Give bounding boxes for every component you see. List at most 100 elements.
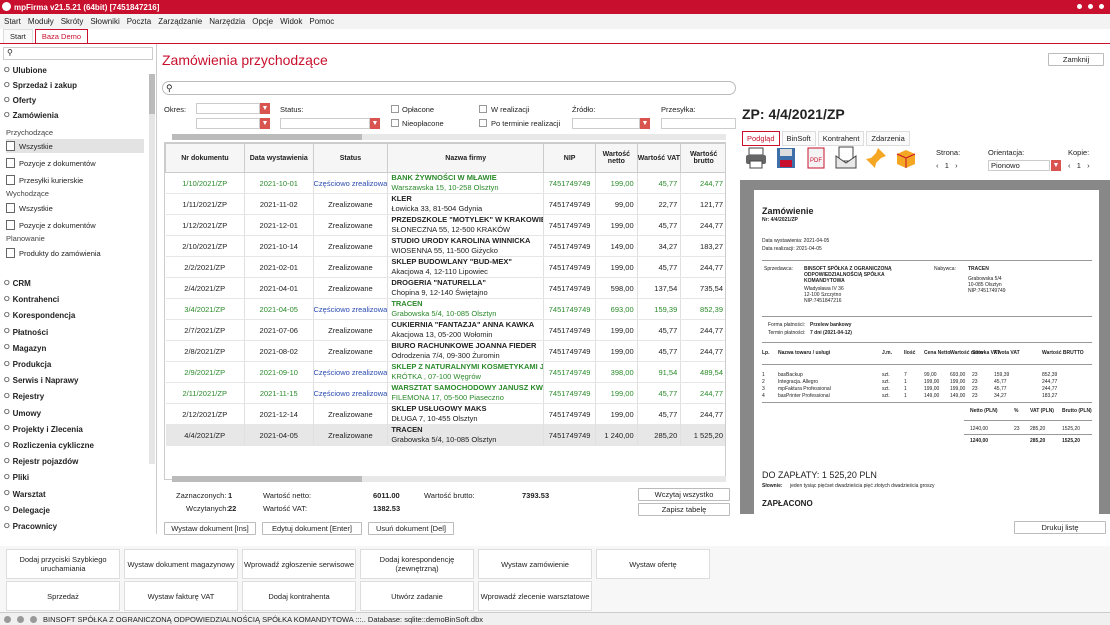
table-row[interactable]: 2/8/2021/ZP 2021-08-02 Zrealizowane BIURO R… <box>165 340 725 362</box>
maximize-icon[interactable] <box>1088 4 1093 9</box>
orientacja-select[interactable]: Pionowo <box>988 160 1050 171</box>
column-header[interactable]: Status <box>312 143 389 173</box>
sidebar-scrollbar[interactable] <box>149 74 155 464</box>
sidebar-group[interactable]: ⭘ Magazyn <box>4 344 46 353</box>
print-icon[interactable] <box>744 146 768 170</box>
main-search-input[interactable]: ⚲ <box>162 81 736 95</box>
column-header[interactable]: Wartość netto <box>595 143 638 173</box>
sidebar-group[interactable]: ⭘ Produkcja <box>4 360 51 369</box>
save-icon[interactable] <box>774 146 798 170</box>
pdf-icon[interactable]: PDF <box>804 146 828 170</box>
status-dropdown[interactable]: ▼ <box>370 118 380 129</box>
wczytaj-wszystko-button[interactable]: Wczytaj wszystko <box>638 488 730 501</box>
sidebar-item[interactable]: Przesyłki kurierskie <box>6 173 144 187</box>
menu-item[interactable]: Zarządzanie <box>158 17 202 26</box>
document-preview[interactable]: Zamówienie Nr: 4/4/2021/ZP Data wystawieni… <box>740 180 1110 514</box>
table-row[interactable]: 2/11/2021/ZP 2021-11-15 Częściowo zrealizo… <box>165 382 725 404</box>
sidebar-group[interactable]: ⭘ Korespondencja <box>4 311 75 320</box>
sidebar-group[interactable]: ⭘ Rejestr pojazdów <box>4 457 78 466</box>
table-top-scrollbar[interactable] <box>172 134 726 140</box>
table-row[interactable]: 2/9/2021/ZP 2021-09-10 Częściowo zrealizow… <box>165 361 725 383</box>
strona-stepper[interactable]: ‹ 1 › <box>936 161 958 170</box>
menu-item[interactable]: Poczta <box>127 17 151 26</box>
sidebar-group[interactable]: ⭘ Pracownicy <box>4 522 57 531</box>
drukuj-liste-button[interactable]: Drukuj listę <box>1014 521 1106 534</box>
zrodlo-field[interactable] <box>572 118 640 129</box>
kopie-stepper[interactable]: ‹ 1 › <box>1068 161 1090 170</box>
window-controls[interactable] <box>1077 4 1104 9</box>
sidebar-group[interactable]: ⭘ Kontrahenci <box>4 295 59 304</box>
menu-item[interactable]: Widok <box>280 17 302 26</box>
table-row[interactable]: 2/7/2021/ZP 2021-07-06 Zrealizowane CUKIERN… <box>165 319 725 341</box>
table-row[interactable]: 2/4/2021/ZP 2021-04-01 Zrealizowane DROGERI… <box>165 277 725 299</box>
sidebar-item[interactable]: Produkty do zamówienia <box>6 246 144 260</box>
quick-action-button[interactable]: Dodaj przyciski Szybkiego uruchamiania <box>6 549 120 579</box>
oplacone-checkbox[interactable] <box>391 105 399 113</box>
menu-item[interactable]: Start <box>4 17 21 26</box>
sidebar-item[interactable]: Pozycje z dokumentów <box>6 156 144 170</box>
menu-item[interactable]: Moduły <box>28 17 54 26</box>
sidebar-group[interactable]: ⭘ Warsztat <box>4 490 46 499</box>
package-icon[interactable] <box>894 146 918 170</box>
sidebar-group[interactable]: ⭘ Projekty i Zlecenia <box>4 425 83 434</box>
sidebar-group[interactable]: ⭘ Serwis i Naprawy <box>4 376 78 385</box>
quick-action-button[interactable]: Wystaw dokument magazynowy <box>124 549 238 579</box>
close-icon[interactable] <box>1099 4 1104 9</box>
menu-item[interactable]: Narzędzia <box>209 17 245 26</box>
quick-action-button[interactable]: Wystaw ofertę <box>596 549 710 579</box>
tab-start[interactable]: Start <box>3 29 33 43</box>
wystaw-dokument-button[interactable]: Wystaw dokument [Ins] <box>164 522 256 535</box>
w-realizacji-checkbox[interactable] <box>479 105 487 113</box>
sidebar-group[interactable]: ⭘ Płatności <box>4 328 48 337</box>
quick-action-button[interactable]: Utwórz zadanie <box>360 581 474 611</box>
column-header[interactable]: Data wystawienia <box>243 143 314 173</box>
table-row[interactable]: 2/10/2021/ZP 2021-10-14 Zrealizowane STUDIO… <box>165 235 725 257</box>
sidebar-item[interactable]: Pozycje z dokumentów <box>6 218 144 232</box>
okres-from-field[interactable] <box>196 103 260 114</box>
zrodlo-dropdown[interactable]: ▼ <box>640 118 650 129</box>
sidebar-item[interactable]: Wszystkie <box>6 201 144 215</box>
sidebar-group[interactable]: ⭘ Rejestry <box>4 392 44 401</box>
pin-icon[interactable] <box>864 146 888 170</box>
table-row[interactable]: 1/11/2021/ZP 2021-11-02 Zrealizowane KLER Ło… <box>165 193 725 215</box>
sidebar-group[interactable]: ⭘ Umowy <box>4 409 41 418</box>
okres-to-field[interactable] <box>196 118 260 129</box>
column-header[interactable]: Nazwa firmy <box>387 143 545 173</box>
sidebar-group[interactable]: ⭘ Delegacje <box>4 506 50 515</box>
email-icon[interactable] <box>834 146 858 170</box>
tab-zdarzenia[interactable]: Zdarzenia <box>866 131 910 146</box>
tab-baza-demo[interactable]: Baza Demo <box>34 29 89 43</box>
table-bottom-scrollbar[interactable] <box>172 476 726 482</box>
quick-action-button[interactable]: Wystaw zamówienie <box>478 549 592 579</box>
status-field[interactable] <box>280 118 370 129</box>
zapisz-tabele-button[interactable]: Zapisz tabelę <box>638 503 730 516</box>
usun-dokument-button[interactable]: Usuń dokument [Del] <box>368 522 454 535</box>
menu-item[interactable]: Pomoc <box>309 17 334 26</box>
table-row[interactable]: 2/2/2021/ZP 2021-02-01 Zrealizowane SKLEP B… <box>165 256 725 278</box>
edytuj-dokument-button[interactable]: Edytuj dokument [Enter] <box>262 522 362 535</box>
quick-action-button[interactable]: Dodaj kontrahenta <box>242 581 356 611</box>
minimize-icon[interactable] <box>1077 4 1082 9</box>
quick-action-button[interactable]: Wystaw fakturę VAT <box>124 581 238 611</box>
table-row[interactable]: 3/4/2021/ZP 2021-04-05 Częściowo zrealizow… <box>165 298 725 320</box>
okres-to-dropdown[interactable]: ▼ <box>260 118 270 129</box>
quick-action-button[interactable]: Sprzedaż <box>6 581 120 611</box>
menu-item[interactable]: Opcje <box>252 17 273 26</box>
sidebar-search-input[interactable]: ⚲ <box>3 47 153 60</box>
table-row[interactable]: 4/4/2021/ZP 2021-04-05 Zrealizowane TRACEN G… <box>165 424 725 446</box>
sidebar-group[interactable]: ⭘ Pliki <box>4 473 29 482</box>
menu-item[interactable]: Słowniki <box>90 17 119 26</box>
sidebar-group[interactable]: ⭘ Ulubione <box>4 66 47 75</box>
orientacja-dropdown[interactable]: ▼ <box>1051 160 1061 171</box>
tab-kontrahent[interactable]: Kontrahent <box>817 131 865 146</box>
tab-podglad[interactable]: Podgląd <box>742 131 780 146</box>
sidebar-item[interactable]: Wszystkie <box>6 139 144 153</box>
column-header[interactable]: Wartość VAT <box>636 143 682 173</box>
quick-action-button[interactable]: Wprowadź zgłoszenie serwisowe <box>242 549 356 579</box>
table-row[interactable]: 1/12/2021/ZP 2021-12-01 Zrealizowane PRZEDS… <box>165 214 725 236</box>
close-button[interactable]: Zamknij <box>1048 53 1104 66</box>
przesylka-field[interactable] <box>661 118 736 129</box>
sidebar-group[interactable]: ⭘ CRM <box>4 279 31 288</box>
tab-binsoft[interactable]: BinSoft <box>781 131 816 146</box>
table-row[interactable]: 2/12/2021/ZP 2021-12-14 Zrealizowane SKLEP … <box>165 403 725 425</box>
